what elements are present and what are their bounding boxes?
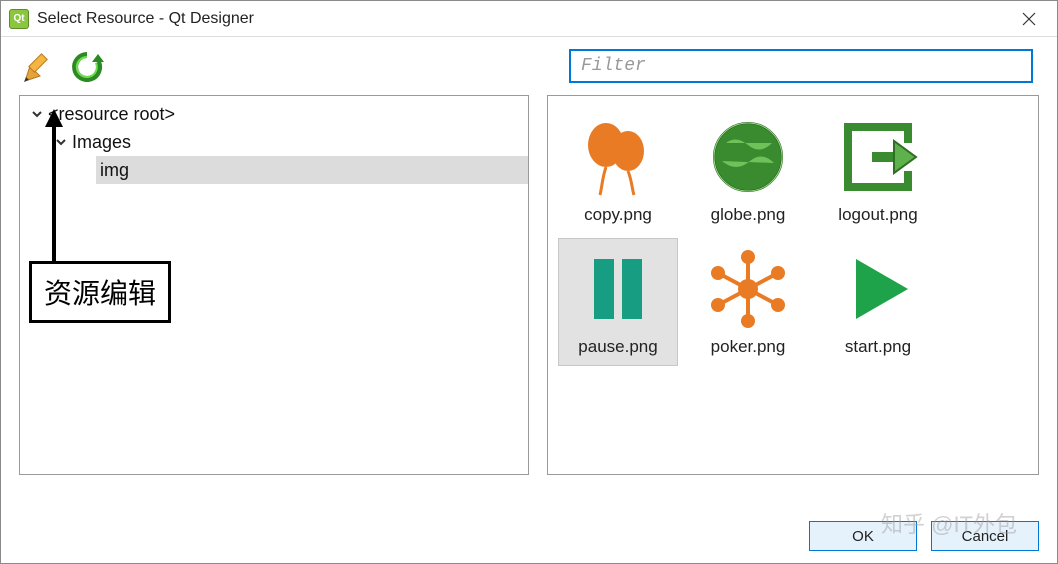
ok-button[interactable]: OK: [809, 521, 917, 551]
tree-label: Images: [72, 132, 131, 153]
play-icon: [836, 247, 920, 331]
grid-item-caption: pause.png: [578, 337, 657, 357]
chevron-down-icon[interactable]: [50, 136, 72, 148]
grid-item-caption: poker.png: [711, 337, 786, 357]
grid-item-balloons[interactable]: copy.png: [558, 106, 678, 234]
grid-item-caption: start.png: [845, 337, 911, 357]
tree-label: <resource root>: [48, 104, 175, 125]
grid-item-play[interactable]: start.png: [818, 238, 938, 366]
annotation-label: 资源编辑: [29, 261, 171, 323]
grid-item-caption: copy.png: [584, 205, 652, 225]
toolbar: [1, 37, 1057, 85]
reload-icon[interactable]: [69, 49, 105, 85]
chevron-down-icon[interactable]: [26, 108, 48, 120]
tree-label: img: [96, 160, 133, 181]
poker-icon: [706, 247, 790, 331]
tree-item-root[interactable]: <resource root>: [20, 100, 528, 128]
grid-item-caption: logout.png: [838, 205, 917, 225]
dialog-buttons: OK Cancel: [809, 521, 1039, 551]
cancel-button[interactable]: Cancel: [931, 521, 1039, 551]
grid-item-caption: globe.png: [711, 205, 786, 225]
close-button[interactable]: [1009, 1, 1049, 37]
filter-input[interactable]: [569, 49, 1033, 83]
grid-item-poker[interactable]: poker.png: [688, 238, 808, 366]
tree-item-leaf[interactable]: img: [20, 156, 528, 184]
balloons-icon: [576, 115, 660, 199]
titlebar: Qt Select Resource - Qt Designer: [1, 1, 1057, 37]
logout-icon: [836, 115, 920, 199]
tree-item-group[interactable]: Images: [20, 128, 528, 156]
grid-item-logout[interactable]: logout.png: [818, 106, 938, 234]
window-title: Select Resource - Qt Designer: [37, 10, 1009, 28]
globe-icon: [706, 115, 790, 199]
grid-item-globe[interactable]: globe.png: [688, 106, 808, 234]
grid-item-pause[interactable]: pause.png: [558, 238, 678, 366]
resource-grid[interactable]: copy.png globe.png logout.png pause.png poke…: [547, 95, 1039, 475]
edit-resource-icon[interactable]: [19, 49, 55, 85]
pause-icon: [576, 247, 660, 331]
app-icon: Qt: [9, 9, 29, 29]
